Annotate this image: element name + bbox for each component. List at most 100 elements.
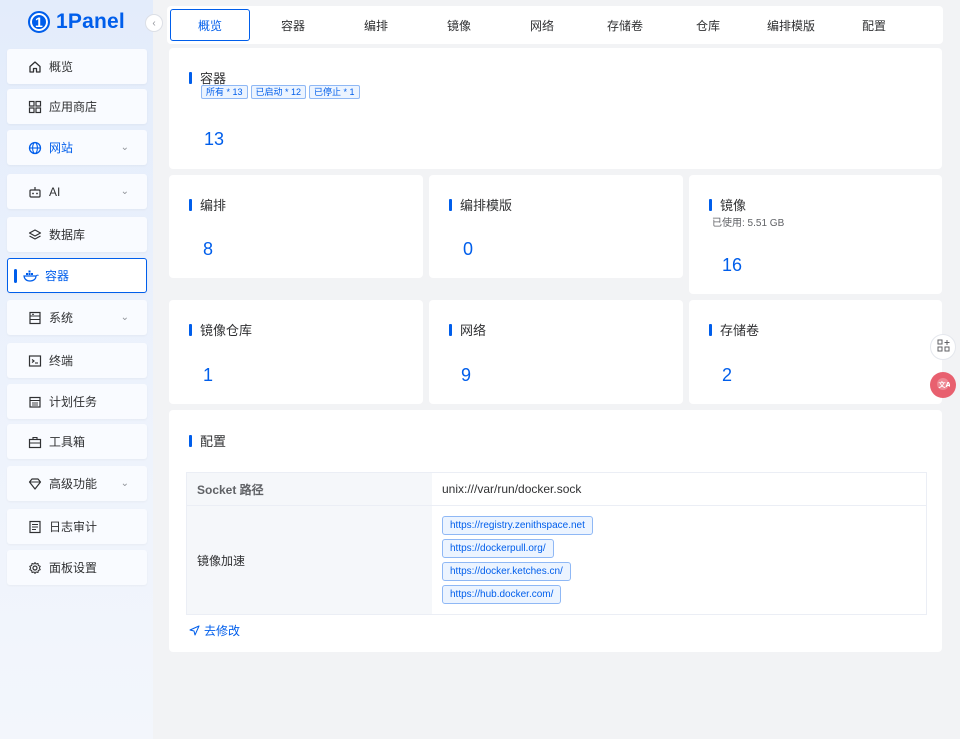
sidebar-item-label: 系统 xyxy=(49,311,74,325)
mirror-tag: https://hub.docker.com/ xyxy=(442,585,562,604)
container-count[interactable]: 13 xyxy=(204,129,224,150)
collapse-sidebar-button[interactable]: ‹ xyxy=(145,14,163,32)
card-title: 镜像仓库 xyxy=(189,320,252,339)
robot-icon xyxy=(27,184,43,200)
title-accent-bar xyxy=(449,323,452,336)
chevron-down-icon: ⌄ xyxy=(120,312,129,323)
sidebar-item-settings[interactable]: 面板设置 xyxy=(7,550,147,585)
volumes-count[interactable]: 2 xyxy=(722,365,732,386)
tag-running[interactable]: 已启动 * 12 xyxy=(250,85,307,99)
networks-count[interactable]: 9 xyxy=(461,365,471,386)
card-title: 镜像 xyxy=(709,195,746,214)
sidebar-item-label: AI xyxy=(49,184,61,199)
title-accent-bar xyxy=(189,71,192,84)
sidebar-item-website[interactable]: 网站 ⌄ xyxy=(7,130,147,165)
tag-all[interactable]: 所有 * 13 xyxy=(201,85,248,99)
card-title-text: 镜像 xyxy=(720,198,747,213)
grid-icon xyxy=(27,99,43,115)
sidebar-item-container[interactable]: 容器 xyxy=(7,258,147,293)
logo-icon: 1 xyxy=(28,11,51,33)
compose-card[interactable]: 编排 8 xyxy=(169,175,423,278)
sidebar-item-label: 网站 xyxy=(49,141,74,155)
sidebar-item-overview[interactable]: 概览 xyxy=(7,49,147,84)
sidebar-item-advanced[interactable]: 高级功能 ⌄ xyxy=(7,466,147,501)
config-table: Socket 路径 unix:///var/run/docker.sock 镜像… xyxy=(186,472,927,615)
tab-label: 容器 xyxy=(280,18,305,33)
translate-button[interactable]: 文A xyxy=(930,372,956,398)
sidebar-item-ai[interactable]: AI ⌄ xyxy=(7,174,147,209)
logo-text: 1Panel xyxy=(56,10,125,33)
sidebar-item-label: 容器 xyxy=(45,269,70,283)
sidebar-item-app-store[interactable]: 应用商店 xyxy=(7,89,147,124)
tab-compose[interactable]: 编排 xyxy=(336,9,416,41)
tab-label: 存储卷 xyxy=(606,18,643,33)
mirror-tag: https://docker.ketches.cn/ xyxy=(442,562,571,581)
sidebar-item-logs[interactable]: 日志审计 xyxy=(7,509,147,544)
image-repos-card[interactable]: 镜像仓库 1 xyxy=(169,300,423,404)
image-repos-count[interactable]: 1 xyxy=(203,365,213,386)
sidebar-item-system[interactable]: 系统 ⌄ xyxy=(7,300,147,335)
top-tab-bar: 概览 容器 编排 镜像 网络 存储卷 仓库 编排模版 配置 xyxy=(167,6,943,44)
sidebar-item-label: 概览 xyxy=(49,60,74,74)
images-count[interactable]: 16 xyxy=(722,255,742,276)
send-icon xyxy=(189,625,200,636)
diamond-icon xyxy=(27,476,43,492)
tab-label: 网络 xyxy=(529,18,554,33)
images-card[interactable]: 镜像 已使用: 5.51 GB 16 xyxy=(689,175,942,294)
tab-label: 仓库 xyxy=(695,18,720,33)
sidebar-item-toolbox[interactable]: 工具箱 xyxy=(7,424,147,459)
qr-code-button[interactable] xyxy=(930,334,956,360)
chevron-left-icon: ‹ xyxy=(152,17,156,29)
networks-card[interactable]: 网络 9 xyxy=(429,300,683,404)
sidebar-item-label: 应用商店 xyxy=(49,100,98,114)
sidebar-item-label: 高级功能 xyxy=(49,477,98,491)
tab-repositories[interactable]: 仓库 xyxy=(668,9,748,41)
globe-icon xyxy=(27,140,43,156)
app-logo[interactable]: 1 1Panel xyxy=(0,0,153,44)
gear-icon xyxy=(27,560,43,576)
translate-icon: 文A xyxy=(936,377,952,394)
docker-icon xyxy=(23,268,39,284)
card-title: 编排模版 xyxy=(449,195,512,214)
card-title-text: 配置 xyxy=(200,434,227,449)
sidebar-item-label: 工具箱 xyxy=(49,435,86,449)
compose-templates-card[interactable]: 编排模版 0 xyxy=(429,175,683,278)
sidebar-item-label: 终端 xyxy=(49,354,74,368)
sidebar-item-label: 数据库 xyxy=(49,228,86,242)
toolbox-icon xyxy=(27,434,43,450)
card-title-text: 网络 xyxy=(460,323,487,338)
tab-volumes[interactable]: 存储卷 xyxy=(585,9,665,41)
server-icon xyxy=(27,310,43,326)
tag-stopped[interactable]: 已停止 * 1 xyxy=(309,85,360,99)
tab-networks[interactable]: 网络 xyxy=(502,9,582,41)
sidebar-item-database[interactable]: 数据库 xyxy=(7,217,147,252)
title-accent-bar xyxy=(449,198,452,211)
sidebar-item-label: 面板设置 xyxy=(49,561,98,575)
sidebar-item-terminal[interactable]: 终端 xyxy=(7,343,147,378)
container-status-tags: 所有 * 13 已启动 * 12 已停止 * 1 xyxy=(201,85,363,99)
title-accent-bar xyxy=(189,434,192,447)
mirror-tag: https://registry.zenithspace.net xyxy=(442,516,593,535)
title-accent-bar xyxy=(709,198,712,211)
edit-config-link[interactable]: 去修改 xyxy=(189,622,240,639)
tab-label: 配置 xyxy=(861,18,886,33)
tab-compose-templates[interactable]: 编排模版 xyxy=(751,9,831,41)
tab-images[interactable]: 镜像 xyxy=(419,9,499,41)
volumes-card[interactable]: 存储卷 2 xyxy=(689,300,942,404)
sidebar-item-label: 日志审计 xyxy=(49,520,98,534)
images-disk-usage: 已使用: 5.51 GB xyxy=(712,218,785,229)
compose-templates-count[interactable]: 0 xyxy=(463,239,473,260)
chevron-down-icon: ⌄ xyxy=(120,142,129,153)
sidebar-item-cron[interactable]: 计划任务 xyxy=(7,384,147,419)
edit-link-label: 去修改 xyxy=(204,624,241,638)
tab-config[interactable]: 配置 xyxy=(834,9,914,41)
mirror-label: 镜像加速 xyxy=(187,506,432,614)
tab-overview[interactable]: 概览 xyxy=(170,9,250,41)
tab-label: 镜像 xyxy=(446,18,471,33)
card-title: 编排 xyxy=(189,195,226,214)
card-title: 配置 xyxy=(189,431,226,450)
compose-count[interactable]: 8 xyxy=(203,239,213,260)
card-title-text: 编排模版 xyxy=(460,198,513,213)
containers-card[interactable]: 容器 所有 * 13 已启动 * 12 已停止 * 1 13 xyxy=(169,48,942,169)
tab-containers[interactable]: 容器 xyxy=(253,9,333,41)
